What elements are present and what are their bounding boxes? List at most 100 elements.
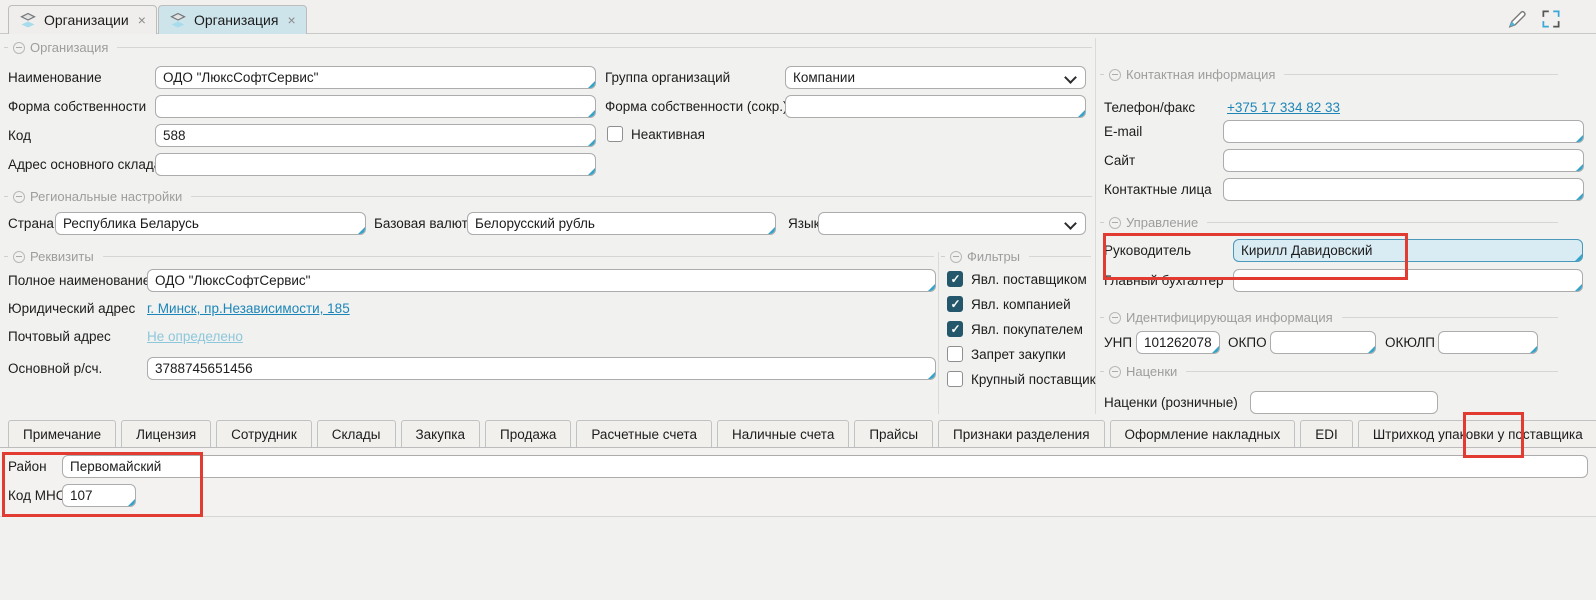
buyer-checkbox[interactable]: [947, 321, 963, 337]
chief-accountant-field[interactable]: [1233, 269, 1583, 292]
buyer-checkbox-label: Явл. покупателем: [971, 322, 1083, 337]
tab-organization-card[interactable]: Организация ×: [158, 5, 307, 34]
section-header-ident: Идентифицирующая информация: [1100, 310, 1558, 325]
filter-row: Явл. компанией: [947, 296, 1071, 312]
account-label: Основной р/сч.: [8, 361, 102, 376]
language-select[interactable]: [818, 212, 1086, 235]
tab-employee[interactable]: Сотрудник: [216, 420, 312, 448]
head-field[interactable]: [1233, 239, 1583, 262]
legal-address-label: Юридический адрес: [8, 301, 135, 316]
tab-edi[interactable]: EDI: [1300, 420, 1353, 448]
code-label: Код: [8, 128, 31, 143]
tab-invoice-formatting[interactable]: Оформление накладных: [1110, 420, 1296, 448]
contact-persons-label: Контактные лица: [1104, 182, 1212, 197]
layers-icon: [169, 11, 187, 29]
group-select[interactable]: [785, 66, 1086, 89]
edit-pencil-icon[interactable]: [1505, 7, 1529, 31]
app-window: Организации × Организация × Организация: [0, 0, 1596, 600]
purchase-ban-checkbox-label: Запрет закупки: [971, 347, 1066, 362]
email-field[interactable]: [1223, 120, 1584, 143]
expand-fullscreen-icon[interactable]: [1539, 7, 1563, 31]
purchase-ban-checkbox[interactable]: [947, 346, 963, 362]
tab-purchase[interactable]: Закупка: [401, 420, 481, 448]
tab-price-lists[interactable]: Прайсы: [854, 420, 933, 448]
phone-label: Телефон/факс: [1104, 100, 1195, 115]
collapse-icon[interactable]: [13, 251, 25, 263]
tab-note[interactable]: Примечание: [8, 420, 116, 448]
name-label: Наименование: [8, 70, 102, 85]
tab-warehouses[interactable]: Склады: [317, 420, 396, 448]
mns-code-field[interactable]: [62, 484, 136, 507]
currency-field[interactable]: [467, 212, 776, 235]
collapse-icon[interactable]: [950, 251, 962, 263]
section-header-organization: Организация: [4, 40, 1092, 55]
tab-separation-signs[interactable]: Признаки разделения: [938, 420, 1105, 448]
okyulp-field[interactable]: [1438, 331, 1538, 354]
tab-label: Организация: [194, 12, 278, 28]
inactive-checkbox-label: Неактивная: [631, 127, 705, 142]
email-label: E-mail: [1104, 124, 1142, 139]
currency-label: Базовая валюта: [374, 216, 475, 231]
ownership-field[interactable]: [155, 95, 596, 118]
contact-persons-field[interactable]: [1223, 178, 1584, 201]
full-name-label: Полное наименование: [8, 273, 150, 288]
tab-close-icon[interactable]: ×: [138, 12, 146, 28]
name-field[interactable]: [155, 66, 596, 89]
tab-sale[interactable]: Продажа: [485, 420, 571, 448]
collapse-icon[interactable]: [13, 191, 25, 203]
supplier-checkbox[interactable]: [947, 271, 963, 287]
tab-license[interactable]: Лицензия: [121, 420, 211, 448]
tab-supplier-package-barcode[interactable]: Штрихкод упаковки у поставщика: [1358, 420, 1596, 448]
collapse-icon[interactable]: [1109, 69, 1121, 81]
okpo-field[interactable]: [1270, 331, 1376, 354]
section-header-contact: Контактная информация: [1100, 67, 1558, 82]
supplier-checkbox-label: Явл. поставщиком: [971, 272, 1087, 287]
company-checkbox-label: Явл. компанией: [971, 297, 1071, 312]
large-supplier-checkbox[interactable]: [947, 371, 963, 387]
inactive-checkbox-row: Неактивная: [607, 126, 705, 142]
unp-label: УНП: [1104, 335, 1132, 350]
warehouse-address-label: Адрес основного склада: [8, 157, 161, 172]
tab-settlement-accounts[interactable]: Расчетные счета: [576, 420, 712, 448]
company-checkbox[interactable]: [947, 296, 963, 312]
section-header-filters: Фильтры: [941, 249, 1091, 264]
postal-address-label: Почтовый адрес: [8, 329, 111, 344]
section-header-regional: Региональные настройки: [4, 189, 1092, 204]
district-field[interactable]: [62, 455, 1588, 478]
filter-row: Явл. поставщиком: [947, 271, 1087, 287]
postal-address-link[interactable]: Не определено: [147, 329, 243, 344]
code-field[interactable]: [155, 124, 596, 147]
ownership-short-label: Форма собственности (сокр.): [605, 99, 787, 114]
filter-row: Крупный поставщик: [947, 371, 1096, 387]
mns-code-label: Код МНС: [8, 488, 65, 503]
legal-address-link[interactable]: г. Минск, пр.Независимости, 185: [147, 301, 350, 316]
ownership-short-field[interactable]: [785, 95, 1086, 118]
detail-tab-bar: Примечание Лицензия Сотрудник Склады Зак…: [8, 420, 1596, 448]
warehouse-address-field[interactable]: [155, 153, 596, 176]
okpo-label: ОКПО: [1228, 335, 1267, 350]
country-field[interactable]: [55, 212, 366, 235]
collapse-icon[interactable]: [1109, 312, 1121, 324]
collapse-icon[interactable]: [1109, 217, 1121, 229]
unp-field[interactable]: [1136, 331, 1220, 354]
full-name-field[interactable]: [147, 269, 936, 292]
chief-accountant-label: Главный бухгалтер: [1104, 273, 1224, 288]
account-field[interactable]: [147, 357, 936, 380]
collapse-icon[interactable]: [1109, 366, 1121, 378]
site-field[interactable]: [1223, 149, 1584, 172]
phone-link[interactable]: +375 17 334 82 33: [1227, 100, 1340, 115]
large-supplier-checkbox-label: Крупный поставщик: [971, 372, 1096, 387]
retail-markups-field[interactable]: [1250, 391, 1438, 414]
section-header-management: Управление: [1100, 215, 1558, 230]
okyulp-label: ОКЮЛП: [1385, 335, 1435, 350]
district-label: Район: [8, 459, 47, 474]
language-label: Язык: [788, 216, 820, 231]
tab-organizations-list[interactable]: Организации ×: [8, 5, 157, 34]
tab-cash-accounts[interactable]: Наличные счета: [717, 420, 849, 448]
collapse-icon[interactable]: [13, 42, 25, 54]
divider: [1095, 38, 1096, 414]
tab-close-icon[interactable]: ×: [287, 12, 295, 28]
inactive-checkbox[interactable]: [607, 126, 623, 142]
tab-label: Организации: [44, 12, 129, 28]
retail-markups-label: Наценки (розничные): [1104, 395, 1238, 410]
